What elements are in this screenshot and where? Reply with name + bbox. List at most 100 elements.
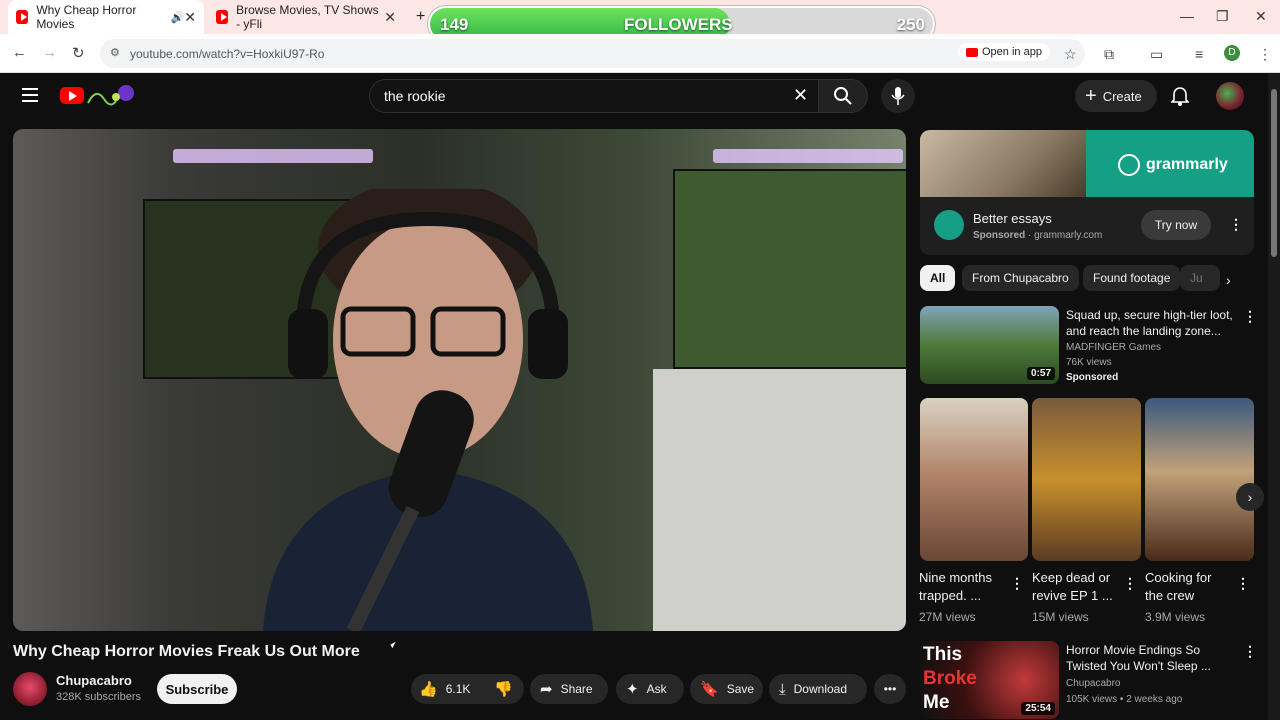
share-button[interactable]: ➦ Share (530, 674, 608, 704)
channel-avatar[interactable] (13, 672, 47, 706)
tab-title: Why Cheap Horror Movies (36, 3, 137, 31)
youtube-logo-icon[interactable] (60, 87, 84, 104)
minimize-icon[interactable]: — (1180, 8, 1194, 24)
short-more-icon[interactable]: ⋮ (1236, 575, 1250, 592)
create-label: Create (1102, 88, 1142, 104)
short-thumbnail[interactable] (1145, 398, 1254, 561)
page-scrollbar[interactable] (1268, 73, 1280, 720)
short-views: 27M views (919, 610, 976, 624)
more-horizontal-icon: ••• (883, 682, 897, 696)
ad-more-icon[interactable]: ⋮ (1229, 216, 1243, 233)
like-icon[interactable]: 👍 (419, 680, 438, 698)
voice-search-button[interactable] (881, 79, 915, 113)
subscribe-button[interactable]: Subscribe (157, 674, 237, 704)
subscriber-count: 328K subscribers (56, 691, 141, 703)
video-meta: 105K views • 2 weeks ago (1066, 694, 1183, 705)
thumbnail-text: This Broke Me (923, 643, 977, 715)
site-info-icon[interactable]: ⚙ (110, 46, 120, 59)
bookmark-icon: 🔖 (700, 681, 719, 698)
account-avatar[interactable] (1216, 82, 1244, 110)
new-tab-icon[interactable]: + (408, 0, 428, 34)
short-title[interactable]: Nine months trapped. ... (919, 569, 999, 605)
sponsored-video-channel: MADFINGER Games (1066, 342, 1162, 353)
forward-icon[interactable]: → (42, 44, 57, 61)
sponsored-video-views: 76K views (1066, 357, 1112, 368)
short-title[interactable]: Keep dead or revive EP 1 ... (1032, 569, 1118, 605)
video-duration: 25:54 (1021, 702, 1055, 715)
chips-next-icon[interactable]: › (1226, 272, 1231, 288)
reload-icon[interactable]: ↻ (72, 44, 85, 62)
browser-menu-icon[interactable]: ⋮ (1258, 46, 1272, 63)
more-actions-button[interactable]: ••• (874, 674, 906, 704)
sparkle-icon: ✦ (626, 681, 639, 698)
tab-yflix[interactable]: Browse Movies, TV Shows - yFli ✕ (208, 0, 404, 34)
ask-label: Ask (646, 682, 667, 696)
video-player[interactable] (13, 129, 906, 631)
microphone-icon (891, 87, 905, 105)
browser-profile-avatar[interactable]: D (1224, 45, 1240, 61)
sponsored-video-title[interactable]: Squad up, secure high-tier loot, and rea… (1066, 307, 1236, 339)
browser-toolbar: ← → ↻ ⚙ youtube.com/watch?v=HoxkiU97-Ro … (0, 34, 1280, 73)
grammarly-logo-icon (934, 210, 964, 240)
save-label: Save (726, 682, 755, 696)
tab-youtube[interactable]: Why Cheap Horror Movies 🔊 ✕ (8, 0, 204, 34)
chip-partial[interactable]: Ju (1180, 265, 1220, 291)
thumbnail-text-line: This (923, 644, 963, 665)
download-icon: ⤓ (779, 680, 786, 698)
close-tab-icon[interactable]: ✕ (184, 9, 196, 26)
short-thumbnail[interactable] (920, 398, 1028, 561)
short-thumbnail[interactable] (1032, 398, 1141, 561)
media-controls-icon[interactable]: ≡ (1195, 46, 1203, 62)
shorts-next-icon[interactable]: › (1236, 483, 1264, 511)
ask-button[interactable]: ✦ Ask (616, 674, 684, 704)
ad-title: Better essays (973, 211, 1052, 226)
tab-title: Browse Movies, TV Shows - yFli (236, 3, 379, 31)
bookmark-star-icon[interactable]: ☆ (1064, 46, 1077, 63)
close-window-icon[interactable]: ✕ (1255, 8, 1267, 25)
video-more-icon[interactable]: ⋮ (1243, 643, 1257, 660)
plus-icon: + (1085, 84, 1097, 107)
maximize-icon[interactable]: ❐ (1216, 8, 1229, 25)
youtube-header: the rookie ✕ + Create (0, 73, 1268, 123)
back-icon[interactable]: ← (12, 44, 27, 61)
channel-name[interactable]: Chupacabro (56, 673, 132, 688)
short-title[interactable]: Cooking for the crew (1145, 569, 1231, 605)
search-input[interactable]: the rookie (369, 79, 819, 113)
ad-brand-name: grammarly (1146, 156, 1228, 173)
short-more-icon[interactable]: ⋮ (1010, 575, 1024, 592)
extensions-icon[interactable]: ⧉ (1104, 46, 1114, 63)
speaker-icon[interactable]: 🔊 (171, 11, 185, 24)
aquarium-light (713, 149, 903, 163)
clear-search-icon[interactable]: ✕ (793, 85, 808, 106)
chip-from-chupacabro[interactable]: From Chupacabro (962, 265, 1079, 291)
try-now-button[interactable]: Try now (1141, 210, 1211, 240)
chip-all[interactable]: All (920, 265, 956, 291)
mouse-cursor (390, 641, 398, 649)
video-more-icon[interactable]: ⋮ (1243, 308, 1257, 325)
chip-found-footage[interactable]: Found footage (1083, 265, 1181, 291)
notifications-bell-icon[interactable] (1171, 86, 1189, 106)
scrollbar-thumb[interactable] (1271, 89, 1277, 257)
ad-sponsored-line: Sponsored · grammarly.com (973, 230, 1103, 241)
dislike-icon[interactable]: 👎 (494, 680, 513, 698)
ad-domain: grammarly.com (1034, 230, 1103, 241)
sponsored-video-thumbnail[interactable]: 0:57 (920, 306, 1059, 384)
close-tab-icon[interactable]: ✕ (384, 9, 396, 26)
followers-label: FOLLOWERS (624, 15, 733, 34)
video-thumbnail[interactable]: This Broke Me 25:54 (920, 641, 1059, 719)
create-button[interactable]: + Create (1075, 80, 1157, 112)
address-bar[interactable]: ⚙ youtube.com/watch?v=HoxkiU97-Ro (100, 39, 1085, 68)
search-button[interactable] (818, 79, 868, 113)
menu-icon[interactable] (22, 88, 38, 102)
short-more-icon[interactable]: ⋮ (1123, 575, 1137, 592)
download-button[interactable]: ⤓ Download (769, 674, 867, 704)
open-in-app-button[interactable]: Open in app (958, 43, 1050, 61)
save-button[interactable]: 🔖 Save (690, 674, 763, 704)
like-count[interactable]: 6.1K (446, 682, 471, 696)
video-title[interactable]: Horror Movie Endings So Twisted You Won'… (1066, 642, 1236, 674)
cast-icon[interactable]: ▭ (1150, 46, 1163, 63)
video-duration: 0:57 (1026, 367, 1055, 380)
short-views: 15M views (1032, 610, 1089, 624)
search-icon (834, 87, 852, 105)
thumbnail-text-line: Me (923, 692, 950, 713)
